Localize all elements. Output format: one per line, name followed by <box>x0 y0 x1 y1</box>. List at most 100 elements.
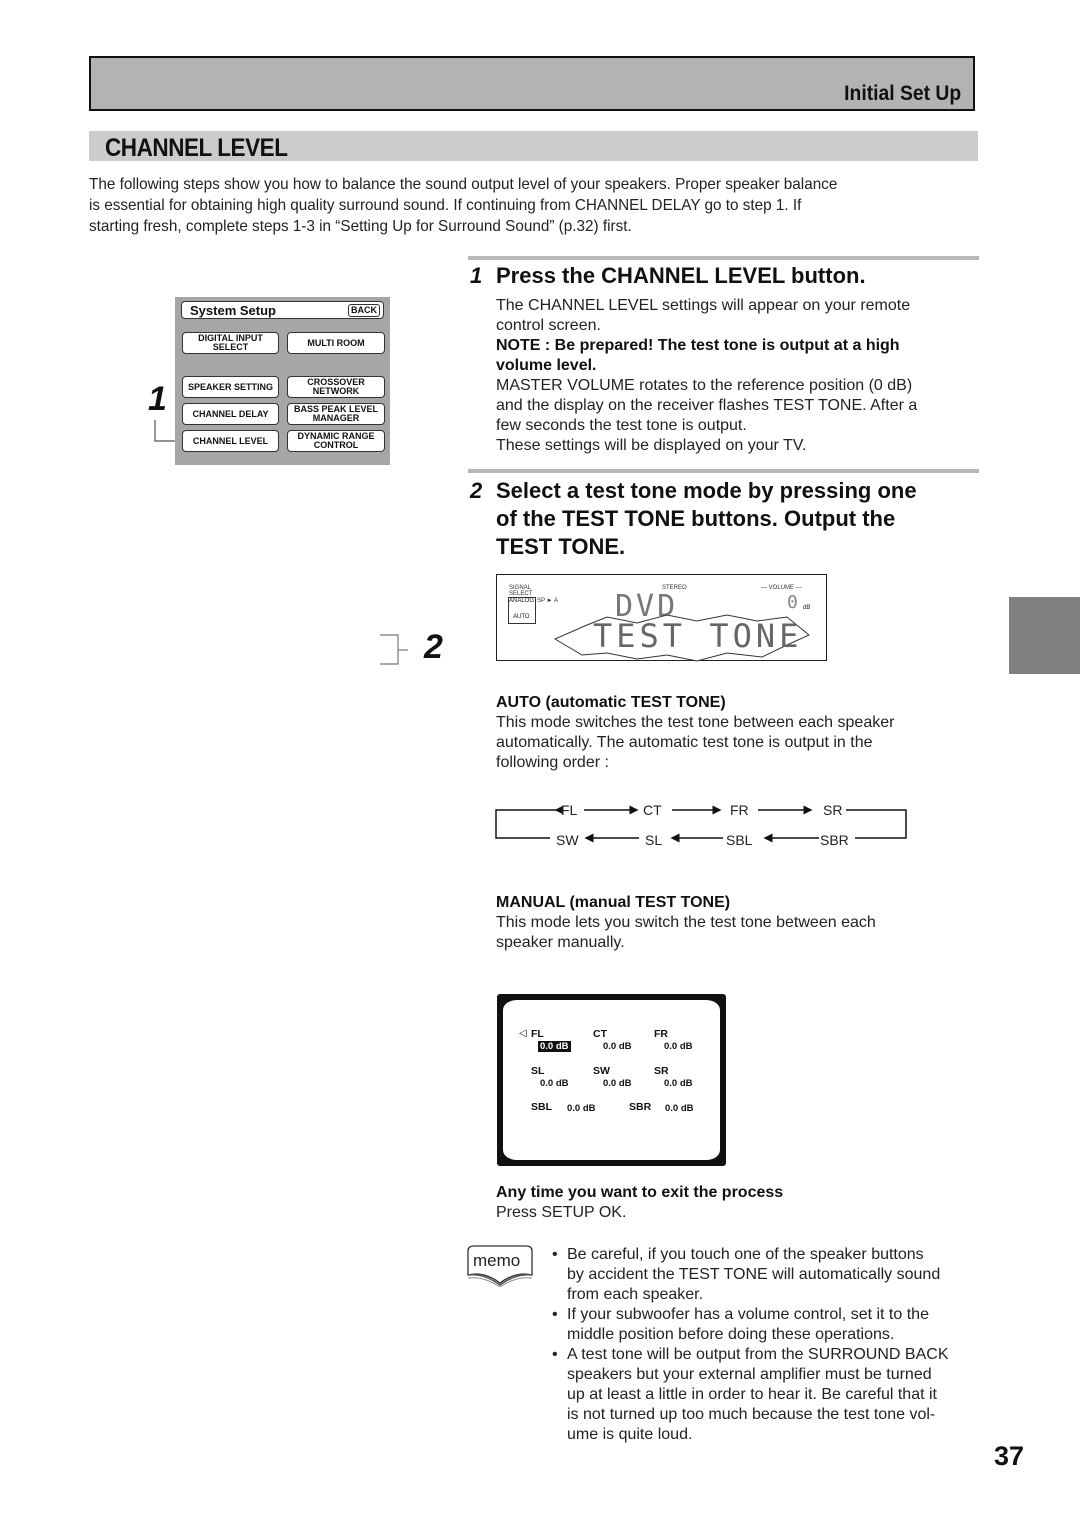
volume-label: — VOLUME — <box>761 585 802 591</box>
text-line: This mode switches the test tone between… <box>496 714 895 731</box>
test-tone-display: TEST TONE <box>593 617 803 655</box>
intro-line: starting fresh, complete steps 1-3 in “S… <box>89 218 632 235</box>
channel-sbr-value[interactable]: 0.0 dB <box>665 1103 694 1114</box>
text-line: few seconds the test tone is output. <box>496 417 747 434</box>
memo-bullet: • Be careful, if you touch one of the sp… <box>550 1245 990 1305</box>
channel-sr-value[interactable]: 0.0 dB <box>664 1078 693 1089</box>
crossover-network-button[interactable]: CROSSOVER NETWORK <box>287 376 385 398</box>
text-line: and the display on the receiver flashes … <box>496 397 918 414</box>
bullet-dot: • <box>552 1306 558 1323</box>
order-sbl: SBL <box>726 832 753 848</box>
exit-body: Press SETUP OK. <box>496 1204 627 1221</box>
order-sw: SW <box>556 832 579 848</box>
text-line: These settings will be displayed on your… <box>496 437 807 454</box>
step2-heading: Select a test tone mode by pressing one … <box>496 477 917 561</box>
manual-mode-section: MANUAL (manual TEST TONE) This mode lets… <box>496 893 986 953</box>
bullet-dot: • <box>552 1246 558 1263</box>
order-ct: CT <box>643 802 662 818</box>
receiver-display: SIGNAL SELECT ANALOG AUTO SP ► A STEREO … <box>496 574 827 662</box>
channel-delay-button[interactable]: CHANNEL DELAY <box>182 403 279 425</box>
speaker-icon: ◁ <box>519 1028 527 1039</box>
dynamic-range-control-button[interactable]: DYNAMIC RANGE CONTROL <box>287 430 385 452</box>
title-bar: CHANNEL LEVEL <box>89 131 978 162</box>
input-indicator: ANALOG AUTO <box>508 597 536 624</box>
channel-sw-label: SW <box>593 1065 610 1077</box>
step-number: 2 <box>470 478 483 503</box>
volume-unit: dB <box>803 605 811 611</box>
memo-bullet: • A test tone will be output from the SU… <box>550 1345 990 1445</box>
back-button[interactable]: BACK <box>348 304 380 317</box>
channel-sl-value[interactable]: 0.0 dB <box>540 1078 569 1089</box>
channel-sbr-label: SBR <box>629 1101 652 1113</box>
volume-label-text: VOLUME <box>768 585 795 591</box>
text-line: The CHANNEL LEVEL settings will appear o… <box>496 297 911 314</box>
tv-display-area: ◁ FL 0.0 dB CT 0.0 dB FR 0.0 dB SL 0.0 d… <box>503 1000 720 1160</box>
note-line: NOTE : Be prepared! The test tone is out… <box>496 337 900 354</box>
order-fr: FR <box>730 802 749 818</box>
text-line: up at least a little in order to hear it… <box>567 1386 937 1403</box>
channel-sbl-label: SBL <box>531 1101 552 1113</box>
speaker-indicator: SP ► A <box>537 598 558 604</box>
multi-room-button[interactable]: MULTI ROOM <box>287 332 385 354</box>
order-fl: FL <box>561 802 578 818</box>
channel-fr-value[interactable]: 0.0 dB <box>664 1041 693 1052</box>
channel-sl-label: SL <box>531 1065 545 1077</box>
text-line: A test tone will be output from the SURR… <box>567 1346 949 1363</box>
intro-line: The following steps show you how to bala… <box>89 176 838 193</box>
text-line: If your subwoofer has a volume control, … <box>567 1306 929 1323</box>
bullet-dot: • <box>552 1346 558 1363</box>
manual-mode-heading: MANUAL (manual TEST TONE) <box>496 894 731 911</box>
channel-ct-label: CT <box>593 1028 607 1040</box>
auto-mode-section: AUTO (automatic TEST TONE) This mode swi… <box>496 693 986 773</box>
step1-body: The CHANNEL LEVEL settings will appear o… <box>496 296 986 456</box>
text-line: speakers but your external amplifier mus… <box>567 1366 932 1383</box>
digital-input-select-button[interactable]: DIGITAL INPUT SELECT <box>182 332 279 354</box>
intro-paragraph: The following steps show you how to bala… <box>89 174 989 237</box>
text-line: automatically. The automatic test tone i… <box>496 734 873 751</box>
text-line: following order : <box>496 754 609 771</box>
channel-fl-label: FL <box>531 1028 544 1040</box>
bass-peak-level-manager-button[interactable]: BASS PEAK LEVEL MANAGER <box>287 403 385 425</box>
step-divider <box>468 256 979 260</box>
heading-line: Select a test tone mode by pressing one <box>496 478 917 503</box>
text-line: speaker manually. <box>496 934 625 951</box>
chapter-tab <box>1009 597 1080 674</box>
text-line: middle position before doing these opera… <box>567 1326 895 1343</box>
loop-line <box>495 805 564 839</box>
channel-sbl-value[interactable]: 0.0 dB <box>567 1103 596 1114</box>
page-number: 37 <box>994 1441 1025 1471</box>
memo-bullet: • If your subwoofer has a volume control… <box>550 1305 990 1345</box>
tv-screen: ◁ FL 0.0 dB CT 0.0 dB FR 0.0 dB SL 0.0 d… <box>497 994 726 1166</box>
channel-fl-value-selected[interactable]: 0.0 dB <box>538 1041 571 1052</box>
step-callout-1: 1 <box>148 380 167 418</box>
channel-ct-value[interactable]: 0.0 dB <box>603 1041 632 1052</box>
remote-title: System Setup <box>190 303 276 318</box>
channel-level-button[interactable]: CHANNEL LEVEL <box>182 430 279 452</box>
auto-indicator: AUTO <box>513 614 530 620</box>
channel-sw-value[interactable]: 0.0 dB <box>603 1078 632 1089</box>
section-header-band: Initial Set Up <box>89 56 975 111</box>
exit-heading: Any time you want to exit the process <box>496 1184 784 1201</box>
order-sbr: SBR <box>820 832 849 848</box>
remote-title-bar: System Setup BACK <box>181 301 384 319</box>
section-name: Initial Set Up <box>843 82 961 105</box>
callout-bracket <box>380 634 408 665</box>
step-heading: Press the CHANNEL LEVEL button. <box>496 263 866 288</box>
heading-line: of the TEST TONE buttons. Output the <box>496 506 896 531</box>
text-line: This mode lets you switch the test tone … <box>496 914 876 931</box>
text-line: by accident the TEST TONE will automatic… <box>567 1266 941 1283</box>
auto-mode-heading: AUTO (automatic TEST TONE) <box>496 694 726 711</box>
remote-control-screen: System Setup BACK DIGITAL INPUT SELECT M… <box>175 297 390 465</box>
text-line: control screen. <box>496 317 601 334</box>
order-sl: SL <box>645 832 663 848</box>
exit-instructions: Any time you want to exit the process Pr… <box>496 1183 986 1223</box>
text-line: is not turned up too much because the te… <box>567 1406 936 1423</box>
loop-line <box>846 809 907 839</box>
memo-icon: memo <box>466 1245 534 1288</box>
order-sr: SR <box>823 802 843 818</box>
page-title: CHANNEL LEVEL <box>105 134 288 162</box>
channel-fr-label: FR <box>654 1028 668 1040</box>
step-callout-2: 2 <box>424 628 443 666</box>
memo-label: memo <box>473 1251 521 1270</box>
speaker-setting-button[interactable]: SPEAKER SETTING <box>182 376 279 398</box>
